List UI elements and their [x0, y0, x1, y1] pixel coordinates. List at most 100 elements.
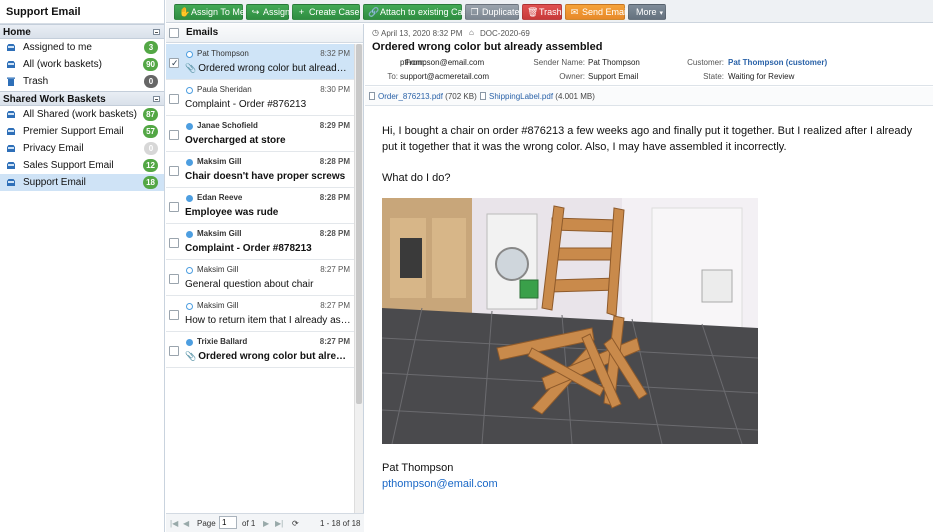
read-dot-icon [186, 51, 193, 58]
paperclip-icon: 📎 [185, 351, 197, 361]
email-list-item[interactable]: Janae Schofield 8:29 PM Overcharged at sto… [166, 116, 354, 152]
sidebar-item-premier-support-email[interactable]: Premier Support Email 57 [0, 123, 164, 140]
button-label: Create Case [309, 7, 360, 17]
sidebar-item-support-email[interactable]: Support Email 18 [0, 174, 164, 191]
email-subject: General question about chair [185, 279, 314, 290]
duplicate-button[interactable]: ❐ Duplicate [465, 4, 520, 20]
attachment-name: Order_876213.pdf [378, 92, 443, 101]
row-checkbox[interactable] [169, 274, 179, 284]
to-value[interactable]: support@acmeretail.com [400, 72, 489, 81]
attach-to-existing-case-button[interactable]: 🔗 Attach to existing Case [363, 4, 472, 20]
email-subject-line: General question about chair [185, 279, 351, 290]
count-badge: 18 [143, 176, 158, 189]
last-page-icon[interactable]: ▶| [275, 519, 283, 528]
email-list-item[interactable]: Maksim Gill 8:27 PM How to return item tha… [166, 296, 354, 332]
message-subject: Ordered wrong color but already assemble… [372, 41, 603, 53]
customer-link[interactable]: Pat Thompson (customer) [728, 58, 827, 67]
sidebar-item-all-shared[interactable]: All Shared (work baskets) 87 [0, 106, 164, 123]
email-subject-line: Complaint - Order #876213 [185, 99, 351, 110]
page-range: 1 - 18 of 18 [320, 519, 361, 528]
email-list-item[interactable]: Maksim Gill 8:27 PM General question about… [166, 260, 354, 296]
email-sender: Maksim Gill [197, 265, 239, 274]
chevron-down-icon: ▾ [659, 10, 664, 17]
page-number-input[interactable] [219, 516, 237, 529]
inbox-icon [7, 128, 15, 135]
read-dot-icon [186, 303, 193, 310]
button-label: More [636, 7, 657, 17]
row-checkbox[interactable] [169, 94, 179, 104]
more-button[interactable]: More ▾ [628, 4, 666, 20]
group-label: Shared Work Baskets [3, 94, 106, 105]
row-checkbox[interactable] [169, 202, 179, 212]
state-value: Waiting for Review [728, 72, 795, 81]
email-list-item[interactable]: Maksim Gill 8:28 PM Chair doesn't have pro… [166, 152, 354, 188]
sidebar-item-privacy-email[interactable]: Privacy Email 0 [0, 140, 164, 157]
row-checkbox[interactable] [169, 310, 179, 320]
email-subject-line: Overcharged at store [185, 135, 351, 146]
email-time: 8:28 PM [319, 157, 350, 166]
count-badge: 87 [143, 108, 158, 121]
email-time: 8:30 PM [320, 85, 350, 94]
button-label: Trash [539, 7, 562, 17]
next-page-icon[interactable]: ▶ [263, 519, 269, 528]
row-checkbox[interactable] [169, 130, 179, 140]
row-checkbox[interactable] [169, 166, 179, 176]
email-list-item[interactable]: Maksim Gill 8:28 PM Complaint - Order #878… [166, 224, 354, 260]
create-case-button[interactable]: +Create Case▾ [292, 4, 366, 20]
trash-button[interactable]: 🗑 Trash [522, 4, 562, 20]
owner-label: Owner: [559, 72, 585, 81]
email-sender: Edan Reeve [197, 193, 243, 202]
clock-icon: ◷ [372, 28, 379, 37]
inbox-icon [7, 162, 15, 169]
inbox-icon [7, 179, 15, 186]
assign-to-me-button[interactable]: ✋ Assign To Me [174, 4, 245, 20]
email-subject: Complaint - Order #876213 [185, 99, 307, 110]
email-subject: Chair doesn't have proper screws [185, 171, 346, 182]
group-header-home[interactable]: Home [0, 24, 164, 39]
reading-pane: ◷ April 13, 2020 8:32 PM ⌂ DOC-2020-69 O… [365, 24, 933, 532]
attachment-order-pdf[interactable]: Order_876213.pdf (702 KB) [369, 92, 477, 101]
email-subject: How to return item that I already assemb… [185, 315, 351, 326]
collapse-icon[interactable] [153, 96, 160, 102]
plus-icon: + [298, 7, 305, 17]
refresh-icon[interactable]: ⟳ [292, 519, 299, 528]
email-sender: Pat Thompson [197, 49, 249, 58]
pdf-file-icon [480, 92, 486, 100]
email-sender: Trixie Ballard [197, 337, 248, 346]
pdf-file-icon [369, 92, 375, 100]
share-arrow-icon: ↪ [251, 7, 260, 17]
email-list-item[interactable]: Paula Sheridan 8:30 PM Complaint - Order #… [166, 80, 354, 116]
row-checkbox[interactable] [169, 346, 179, 356]
signature-email-link[interactable]: pthompson@email.com [382, 476, 916, 492]
collapse-icon[interactable] [153, 29, 160, 35]
sidebar-item-sales-support-email[interactable]: Sales Support Email 12 [0, 157, 164, 174]
count-badge: 0 [144, 142, 158, 155]
link-icon: 🔗 [368, 7, 380, 17]
assign-button[interactable]: ↪ Assign [246, 4, 290, 20]
button-label: Send Email [582, 7, 629, 17]
unread-dot-icon [186, 123, 193, 130]
sidebar-item-all-work-baskets[interactable]: All (work baskets) 90 [0, 56, 164, 73]
unread-dot-icon [186, 231, 193, 238]
sidebar-item-label: Assigned to me [23, 42, 92, 53]
sidebar-item-assigned-to-me[interactable]: Assigned to me 3 [0, 39, 164, 56]
scrollbar-thumb[interactable] [356, 44, 362, 404]
select-all-checkbox[interactable] [169, 28, 179, 38]
sidebar-item-label: All Shared (work baskets) [23, 109, 137, 120]
row-checkbox[interactable] [169, 58, 179, 68]
unread-dot-icon [186, 339, 193, 346]
email-subject: Ordered wrong color but already assemble… [198, 63, 351, 74]
first-page-icon[interactable]: |◀ [170, 519, 178, 528]
attachment-shipping-label-pdf[interactable]: ShippingLabel.pdf (4.001 MB) [480, 92, 595, 101]
row-checkbox[interactable] [169, 238, 179, 248]
group-header-shared-work-baskets[interactable]: Shared Work Baskets [0, 91, 164, 106]
email-list-item[interactable]: Edan Reeve 8:28 PM Employee was rude [166, 188, 354, 224]
send-email-button[interactable]: ✉ Send Email [565, 4, 629, 20]
email-list-item[interactable]: Trixie Ballard 8:27 PM 📎 Ordered wrong colo… [166, 332, 354, 368]
prev-page-icon[interactable]: ◀ [183, 519, 189, 528]
from-value[interactable]: pthompson@email.com [400, 58, 484, 67]
sidebar-item-trash[interactable]: Trash 0 [0, 73, 164, 90]
email-list-item[interactable]: Pat Thompson 8:32 PM 📎Ordered wrong color … [166, 44, 354, 80]
list-header-label: Emails [186, 27, 219, 38]
list-scrollbar[interactable] [354, 44, 363, 513]
